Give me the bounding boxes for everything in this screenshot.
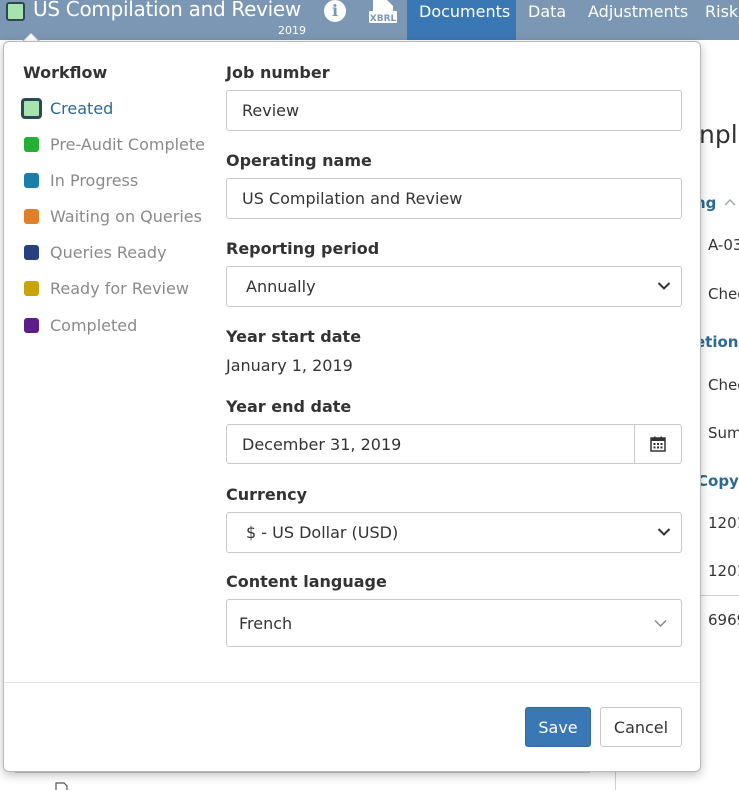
tab-risks[interactable]: Risks [705,0,739,40]
panel-divider [15,772,590,773]
job-number-input[interactable] [226,90,682,131]
workflow-item-queries-ready[interactable]: Queries Ready [23,240,167,264]
tab-documents[interactable]: Documents [407,0,516,40]
background-section-heading[interactable]: etion [695,333,738,351]
workflow-item-ready-for-review[interactable]: Ready for Review [23,276,189,300]
tab-data[interactable]: Data [528,0,566,40]
reporting-period-label: Reporting period [226,239,380,258]
background-row[interactable]: 6969 [708,611,739,629]
operating-name-label: Operating name [226,151,372,170]
row-divider [700,595,739,596]
background-section-heading[interactable]: CopyF [697,472,739,490]
chevron-up-icon[interactable] [724,198,736,206]
background-row[interactable]: 1201 [708,562,739,580]
year-end-date-label: Year end date [226,397,352,416]
cancel-button[interactable]: Cancel [600,707,682,747]
status-swatch [21,97,42,119]
currency-label: Currency [226,485,308,504]
background-row[interactable]: A-03 [708,236,739,254]
chevron-down-icon [657,528,671,536]
background-row[interactable]: 1201 [708,514,739,532]
content-language-value: French [239,614,293,633]
currency-select[interactable]: $ - US Dollar (USD) [226,512,682,553]
top-nav-bar: US Compilation and Review 2019 i XBRL Do… [0,0,739,40]
engagement-year: 2019 [278,24,306,37]
workflow-item-pre-audit-complete[interactable]: Pre-Audit Complete [23,132,205,156]
info-icon[interactable]: i [324,0,346,22]
document-icon [55,782,68,790]
year-end-date-input[interactable] [226,424,635,464]
chevron-down-icon [657,282,671,290]
year-start-date-label: Year start date [226,327,362,346]
workflow-item-created[interactable]: Created [21,96,114,120]
engagement-properties-popover: Workflow Created Pre-Audit Complete In P… [3,41,701,772]
job-number-label: Job number [226,63,330,82]
status-swatch [24,136,39,152]
status-swatch [24,317,39,333]
operating-name-input[interactable] [226,178,682,219]
calendar-icon [650,436,666,452]
tab-adjustments[interactable]: Adjustments [588,0,688,40]
workflow-item-label: Queries Ready [50,242,167,262]
reporting-period-value: Annually [246,277,316,296]
workflow-title: Workflow [23,63,108,82]
workflow-item-label: Pre-Audit Complete [50,134,206,154]
workflow-item-label: Ready for Review [50,278,189,298]
status-swatch [24,172,39,188]
footer-divider [4,682,700,683]
content-language-select[interactable]: French [226,599,682,647]
status-swatch [24,280,39,296]
workflow-item-in-progress[interactable]: In Progress [23,168,138,192]
workflow-item-waiting-on-queries[interactable]: Waiting on Queries [23,204,202,228]
calendar-button[interactable] [634,424,682,464]
background-title: nple [699,120,739,149]
chevron-down-icon [654,619,667,628]
currency-value: $ - US Dollar (USD) [246,523,399,542]
year-start-date-value: January 1, 2019 [226,356,353,375]
workflow-item-label: Created [50,98,114,118]
save-button[interactable]: Save [525,707,591,747]
status-swatch [24,208,39,224]
xbrl-icon[interactable]: XBRL [368,0,398,26]
background-document-panel: nple ng A-03 Chec etion Chec Sumr CopyF … [695,40,739,790]
svg-text:XBRL: XBRL [370,14,397,24]
workflow-status-icon[interactable] [6,2,25,21]
workflow-item-label: In Progress [50,170,139,190]
workflow-item-label: Waiting on Queries [50,206,202,226]
reporting-period-select[interactable]: Annually [226,266,682,307]
year-end-date-picker [226,424,682,464]
workflow-item-label: Completed [50,315,138,335]
engagement-title[interactable]: US Compilation and Review [33,0,301,21]
workflow-item-completed[interactable]: Completed [23,313,137,337]
background-row[interactable]: Sumr [708,424,739,442]
background-row[interactable]: Chec [708,285,739,303]
background-row[interactable]: Chec [708,376,739,394]
status-swatch [24,244,39,260]
content-language-label: Content language [226,572,387,591]
